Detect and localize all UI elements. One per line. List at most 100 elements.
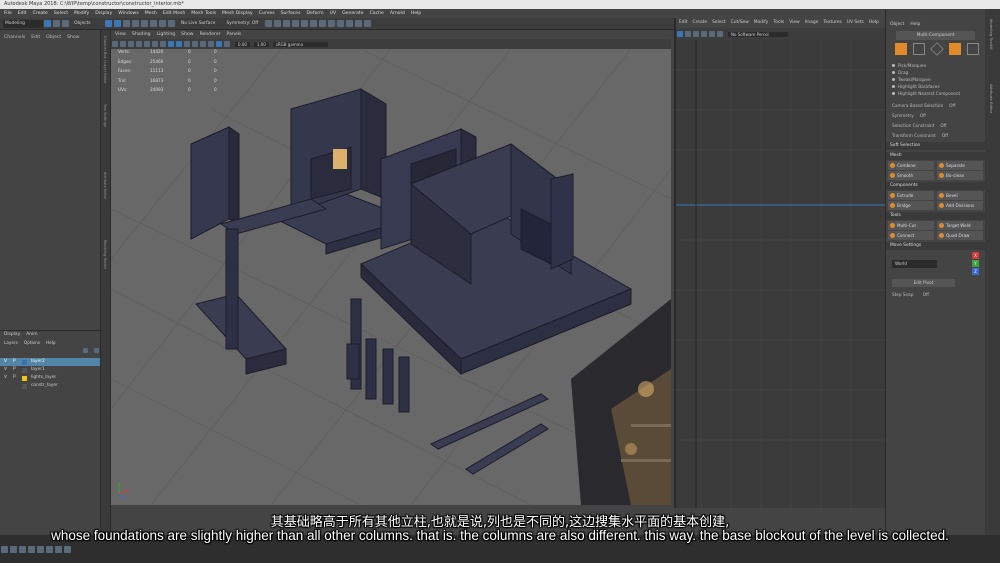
channel-tab-edit[interactable]: Edit [31, 30, 40, 46]
selection-option[interactable]: Drag [886, 69, 985, 76]
viewport-menu-shading[interactable]: Shading [132, 30, 151, 39]
layout-icon[interactable] [355, 20, 363, 27]
shelf-tool-icon-3[interactable] [19, 545, 26, 553]
scene-view[interactable] [111, 49, 671, 505]
layer-tab-anim[interactable]: Anim [26, 332, 37, 337]
axis-y-button[interactable]: Y [972, 260, 979, 267]
layer-menu-layers[interactable]: Layers [4, 340, 18, 345]
multi-component-button[interactable]: Multi-Component [896, 31, 975, 40]
section-header-tools[interactable]: Tools [886, 212, 985, 220]
layer-visibility-toggle[interactable]: V [4, 358, 9, 366]
world-dropdown[interactable]: World [892, 260, 937, 268]
tool-button-multi-cut[interactable]: Multi-Cut [888, 221, 934, 230]
channel-tab-show[interactable]: Show [67, 30, 79, 46]
left-strip-tab-channel-box-layer-editor[interactable]: Channel Box / Layer Editor [101, 36, 107, 96]
layer-color-swatch[interactable] [22, 383, 27, 389]
uv-rotate-icon[interactable] [693, 31, 699, 37]
tool-button-bo-clean[interactable]: Bo-clean [937, 171, 983, 180]
menu-generate[interactable]: Generate [342, 9, 363, 18]
graph-icon[interactable] [346, 20, 354, 27]
shelf-tool-icon-6[interactable] [46, 545, 53, 553]
setting-value[interactable]: Off [949, 102, 955, 109]
shelf-tool-icon-2[interactable] [10, 545, 17, 553]
open-icon[interactable] [44, 20, 51, 27]
menu-mesh-display[interactable]: Mesh Display [222, 9, 253, 18]
uv-menu-modify[interactable]: Modify [754, 18, 769, 28]
ipr-render-icon[interactable] [274, 20, 282, 27]
uv-menu-create[interactable]: Create [693, 18, 708, 28]
shelf-tool-icon-7[interactable] [55, 545, 62, 553]
uv-set-field[interactable]: No Software Percol [728, 31, 788, 37]
toolkit-setting[interactable]: Selection Constraint Off [886, 120, 985, 130]
new-selected-layer-icon[interactable] [94, 347, 99, 353]
level-blockout[interactable] [190, 88, 633, 475]
menu-display[interactable]: Display [95, 9, 112, 18]
section-header-components[interactable]: Components [886, 182, 985, 190]
snap-point-icon[interactable] [150, 20, 157, 27]
uv-editor-panel[interactable]: Edit Create Select Cut/Sew Modify Tools View Im… [674, 18, 887, 508]
uv-mode-icon[interactable] [967, 43, 979, 55]
layer-playback-toggle[interactable]: P [13, 358, 18, 366]
live-surface-icon[interactable] [168, 20, 175, 27]
gamma-field[interactable]: 1.00 [253, 41, 269, 47]
option-toggle-icon[interactable] [892, 64, 895, 67]
render-view-icon[interactable] [301, 20, 309, 27]
shelf-tool-icon-4[interactable] [28, 545, 35, 553]
edge-mode-icon[interactable] [930, 42, 944, 56]
uv-select-icon[interactable] [677, 31, 683, 37]
option-toggle-icon[interactable] [892, 92, 895, 95]
snap-view-icon[interactable] [159, 20, 166, 27]
tool-button-target-weld[interactable]: Target Weld [937, 221, 983, 230]
uv-menu-tools[interactable]: Tools [773, 18, 784, 28]
uv-menu-cut-sew[interactable]: Cut/Sew [731, 18, 749, 28]
layer-menu-options[interactable]: Options [24, 340, 40, 345]
toolkit-tab-object[interactable]: Object [890, 22, 904, 27]
uv-menu-image[interactable]: Image [805, 18, 819, 28]
channel-tab-object[interactable]: Object [46, 30, 61, 46]
tool-button-separate[interactable]: Separate [937, 161, 983, 170]
uv-menu-uv-sets[interactable]: UV Sets [847, 18, 864, 28]
selection-option[interactable]: Pick/Marquee [886, 62, 985, 69]
panel-icon[interactable] [364, 20, 372, 27]
menu-surfaces[interactable]: Surfaces [281, 9, 301, 18]
menu-help[interactable]: Help [411, 9, 421, 18]
tool-button-bridge[interactable]: Bridge [888, 201, 934, 210]
menu-windows[interactable]: Windows [118, 9, 139, 18]
menu-deform[interactable]: Deform [307, 9, 324, 18]
uv-menu-edit[interactable]: Edit [679, 18, 688, 28]
menu-edit[interactable]: Edit [18, 9, 27, 18]
shelf-tool-icon-5[interactable] [37, 545, 44, 553]
menu-curves[interactable]: Curves [259, 9, 275, 18]
channel-tab-channels[interactable]: Channels [4, 30, 25, 46]
symmetry-dropdown[interactable]: Symmetry: Off [226, 21, 258, 26]
menu-uv[interactable]: UV [330, 9, 337, 18]
uv-menu-view[interactable]: View [789, 18, 799, 28]
tool-button-smooth[interactable]: Smooth [888, 171, 934, 180]
tool-button-combine[interactable]: Combine [888, 161, 934, 170]
option-toggle-icon[interactable] [892, 85, 895, 88]
uv-scale-icon[interactable] [701, 31, 707, 37]
viewport-menu-view[interactable]: View [115, 30, 126, 39]
menu-edit-mesh[interactable]: Edit Mesh [163, 9, 185, 18]
section-header-mesh[interactable]: Mesh [886, 152, 985, 160]
toolkit-tab-help[interactable]: Help [910, 22, 920, 27]
viewport-menu-lighting[interactable]: Lighting [157, 30, 176, 39]
tool-button-connect[interactable]: Connect [888, 231, 934, 240]
move-settings-header[interactable]: Move Settings [886, 242, 985, 250]
layer-tab-display[interactable]: Display [4, 332, 20, 337]
layer-visibility-toggle[interactable]: V [4, 374, 9, 382]
layer-menu-help[interactable]: Help [46, 340, 56, 345]
menu-mesh[interactable]: Mesh [145, 9, 157, 18]
setting-value[interactable]: Off [940, 122, 946, 129]
right-strip-tab-modeling-toolkit[interactable]: Modeling Toolkit [985, 19, 994, 74]
left-strip-tab-attribute-editor[interactable]: Attribute Editor [101, 172, 107, 232]
save-icon[interactable] [53, 20, 60, 27]
menu-modify[interactable]: Modify [74, 9, 89, 18]
objects-selector[interactable]: Objects [74, 21, 104, 26]
menu-select[interactable]: Select [54, 9, 68, 18]
axis-x-button[interactable]: X [972, 252, 979, 259]
attribute-icon[interactable] [328, 20, 336, 27]
mode-dropdown[interactable]: Modeling [3, 19, 43, 28]
edit-pivot-button[interactable]: Edit Pivot [892, 279, 955, 287]
perspective-viewport[interactable]: View Shading Lighting Show Renderer Panels 0.… [111, 30, 671, 505]
